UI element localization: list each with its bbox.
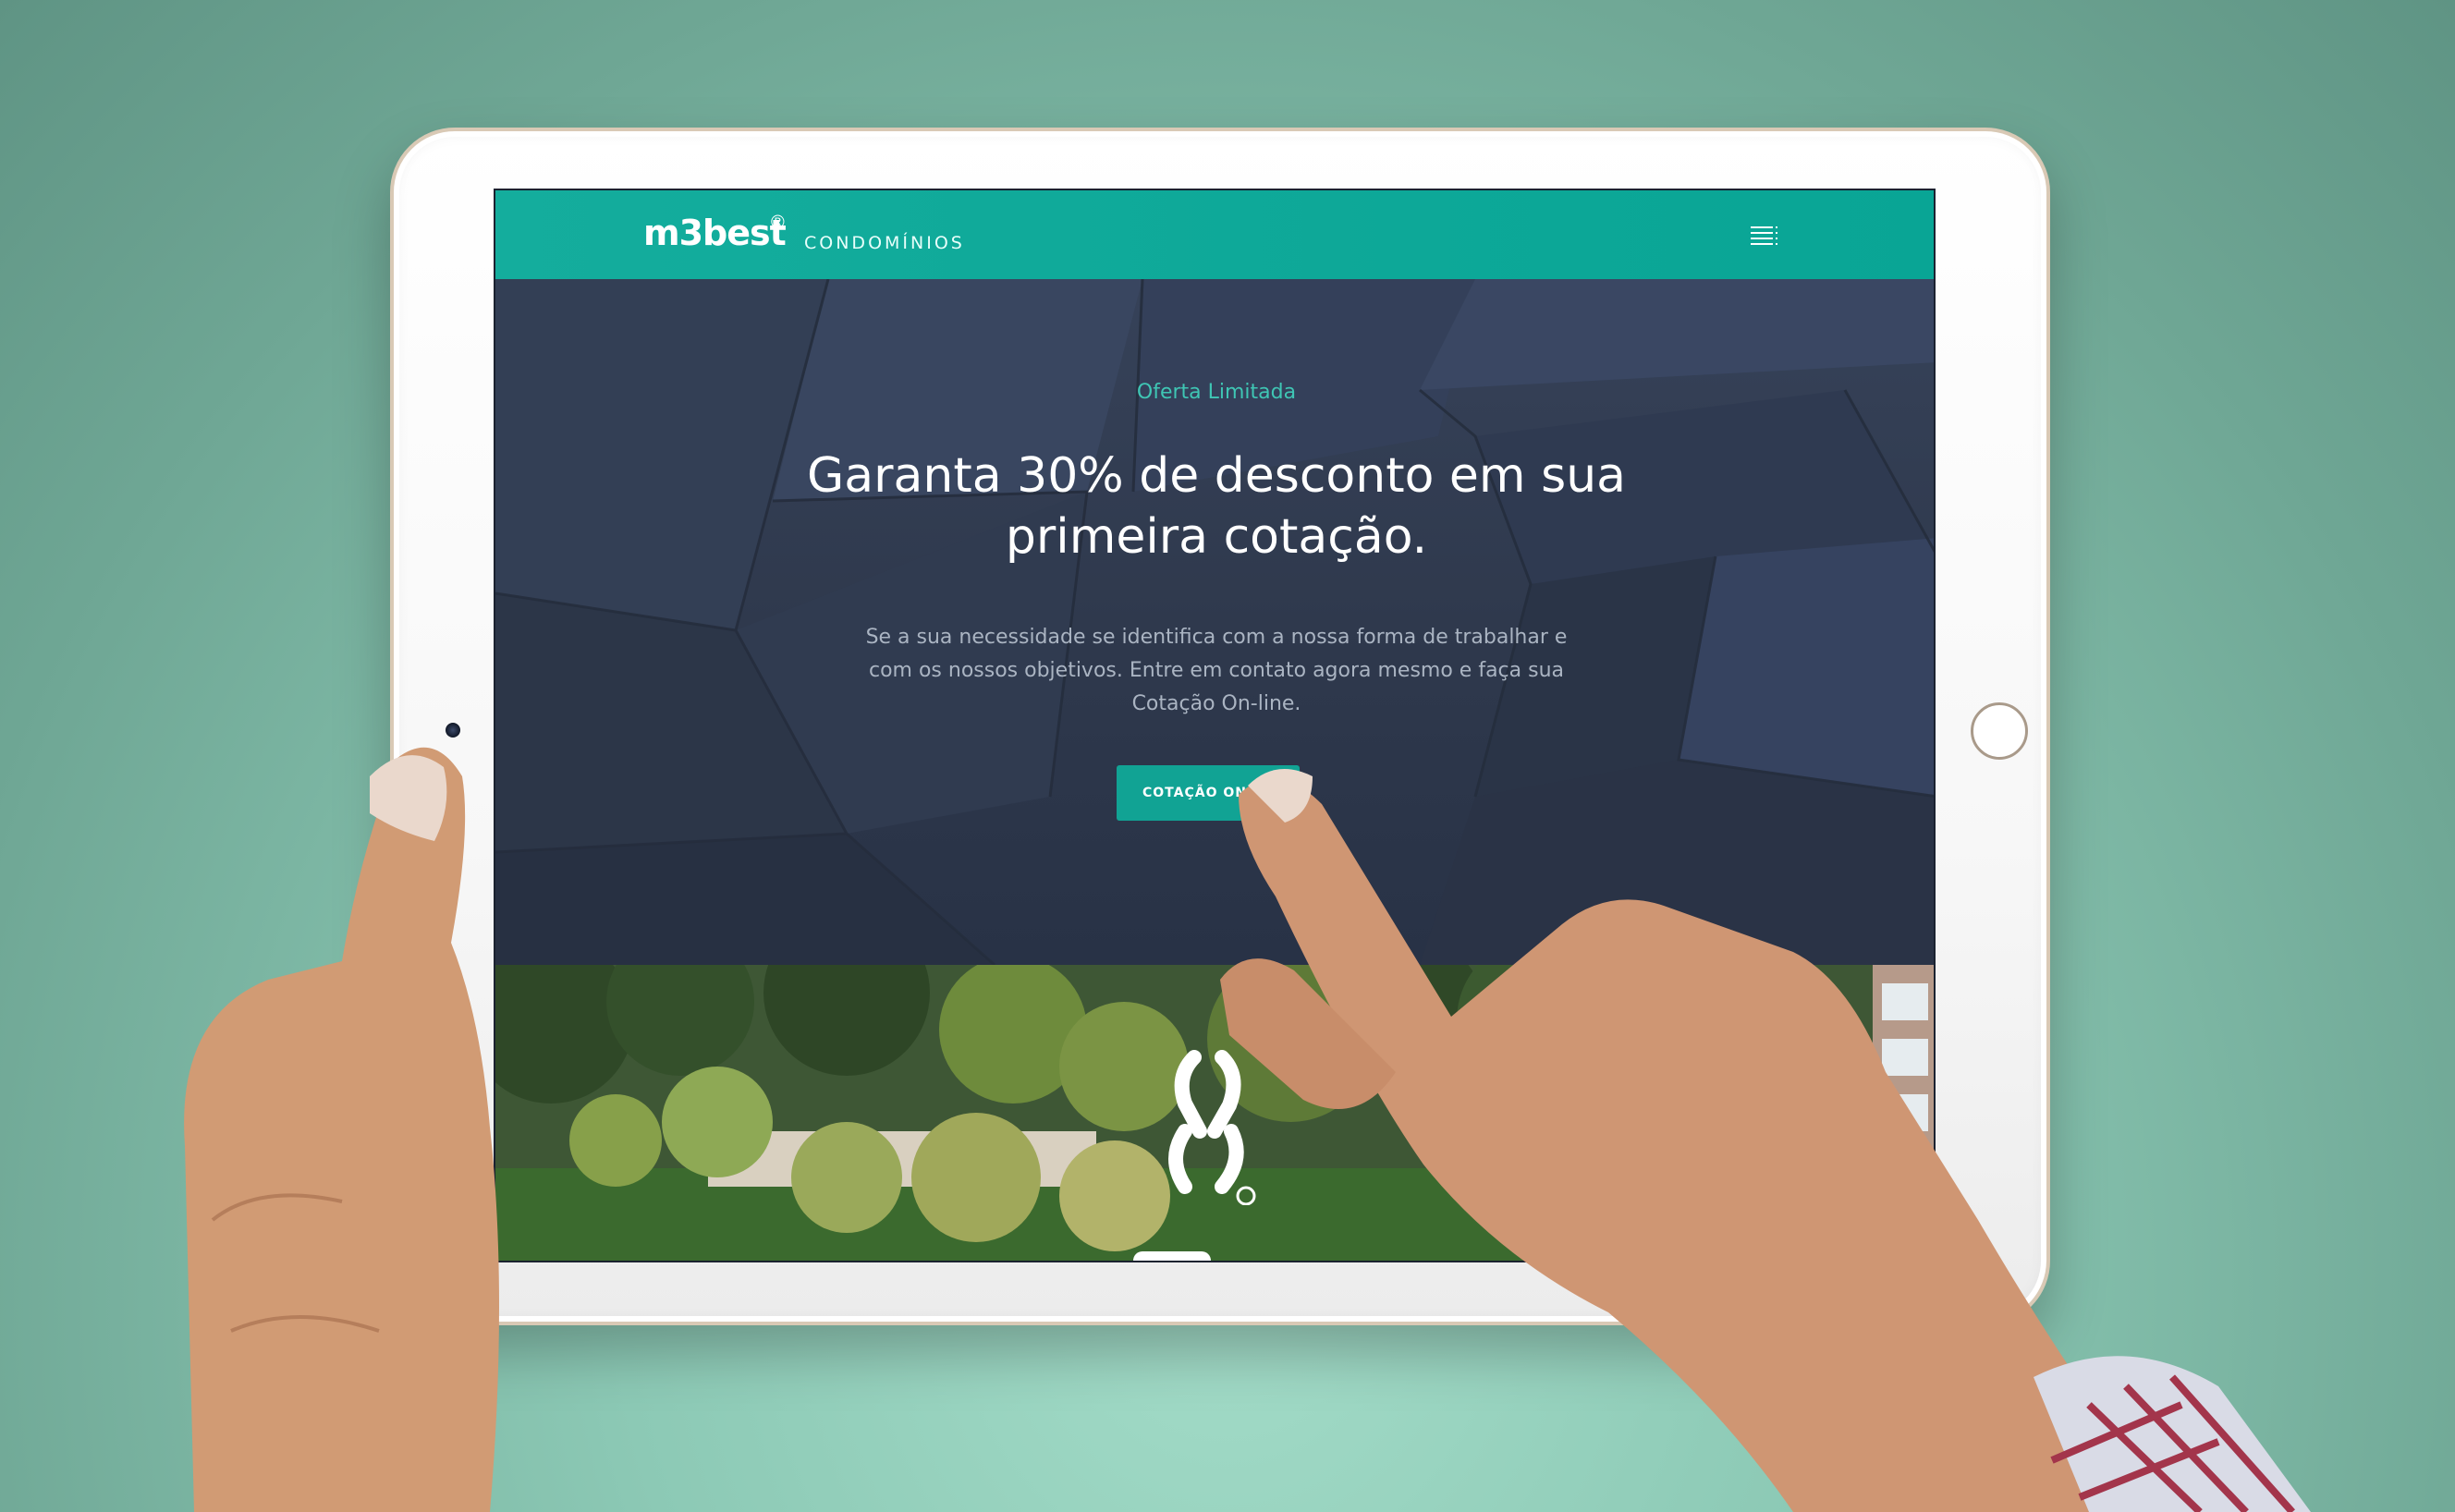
scene: m3best ® CONDOMÍNIOS Oferta Limitada Gar… xyxy=(0,0,2455,1512)
hero-description: Se a sua necessidade se identifica com a… xyxy=(865,626,1568,715)
hero-title: Garanta 30% de desconto em sua primeira … xyxy=(806,448,1627,565)
left-hand xyxy=(184,747,499,1512)
hero-eyebrow: Oferta Limitada xyxy=(1136,381,1297,404)
brand-registered-mark: ® xyxy=(771,213,785,233)
brand-logo[interactable]: m3best xyxy=(643,213,787,253)
brand-subtitle: CONDOMÍNIOS xyxy=(804,233,965,253)
camera-icon xyxy=(446,723,460,738)
navbar: m3best ® CONDOMÍNIOS xyxy=(495,190,1934,279)
menu-icon[interactable] xyxy=(1751,224,1778,246)
scroll-tab[interactable] xyxy=(1133,1251,1211,1261)
right-hand xyxy=(1220,769,2311,1512)
